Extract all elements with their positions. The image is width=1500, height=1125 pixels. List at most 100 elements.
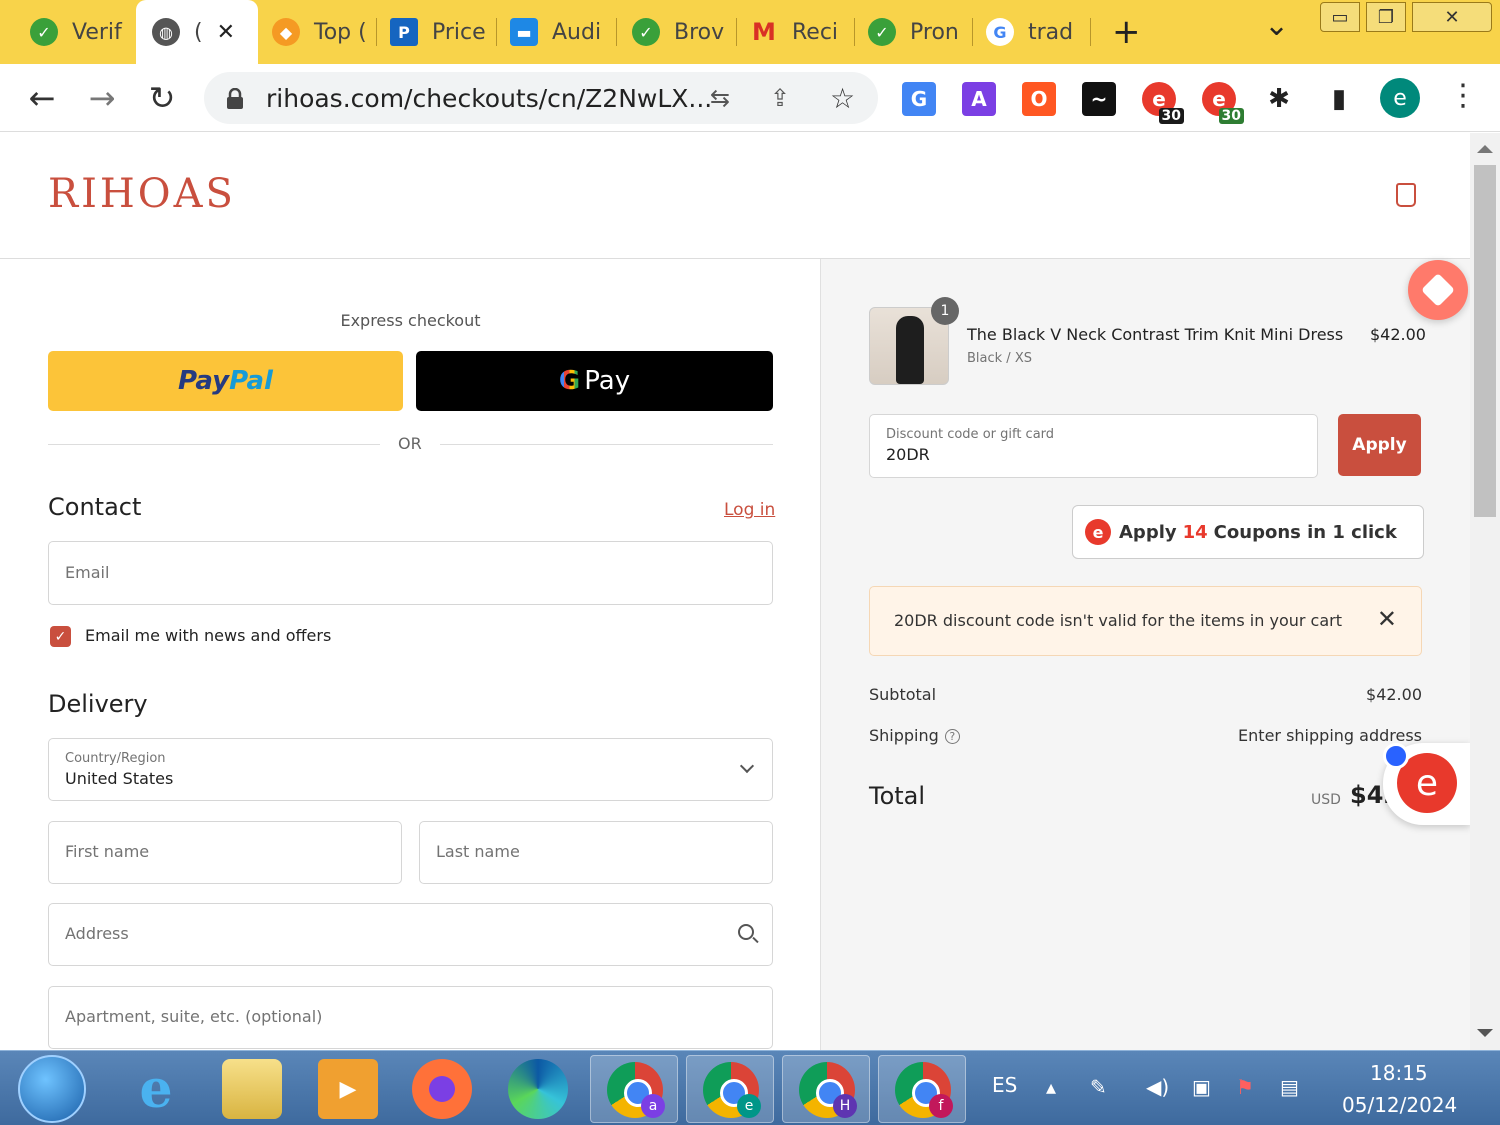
first-name-placeholder: First name: [65, 842, 150, 861]
address-bar[interactable]: rihoas.com/checkouts/cn/Z2NwLX... ⇆ ⇪ ☆: [204, 72, 878, 124]
chrome-window-f[interactable]: f: [878, 1055, 966, 1123]
browser-tab-8[interactable]: G trad: [974, 0, 1090, 64]
tab-label: Top (: [314, 19, 367, 45]
gpay-button[interactable]: G Pay: [416, 351, 773, 411]
reload-button[interactable]: ↻: [142, 78, 182, 118]
tab-label: Verif: [72, 19, 122, 45]
action-center-flag-icon[interactable]: ⚑: [1236, 1075, 1262, 1101]
network-icon[interactable]: ▣: [1192, 1075, 1218, 1101]
tab-search-button[interactable]: ⌄: [1264, 8, 1289, 43]
last-name-field[interactable]: Last name: [419, 821, 773, 884]
sidepanel-icon[interactable]: ▮: [1322, 82, 1356, 116]
shipping-row: Shipping?: [869, 726, 960, 745]
search-icon: [738, 924, 754, 940]
newsletter-label: Email me with news and offers: [85, 626, 332, 645]
tools-icon[interactable]: ✎: [1090, 1075, 1116, 1101]
globe-icon: ◍: [152, 18, 180, 46]
discount-error-banner: 20DR discount code isn't valid for the i…: [869, 586, 1422, 656]
scroll-down-arrow[interactable]: [1477, 1029, 1493, 1037]
puzzle-icon[interactable]: ✱: [1262, 82, 1296, 116]
coupon-extension-2-icon[interactable]: e 30: [1202, 82, 1244, 124]
tag-extension-icon[interactable]: [1408, 260, 1468, 320]
help-icon[interactable]: ?: [944, 729, 960, 744]
browser-tab-5[interactable]: ✓ Brov: [618, 0, 736, 64]
edge-icon[interactable]: [508, 1059, 568, 1119]
newsletter-checkbox[interactable]: ✓: [50, 626, 71, 647]
chrome-window-h[interactable]: H: [782, 1055, 870, 1123]
cart-icon[interactable]: [1396, 183, 1416, 207]
scroll-thumb[interactable]: [1474, 165, 1496, 517]
profile-avatar[interactable]: e: [1380, 78, 1420, 118]
browser-tab-6[interactable]: M Reci: [738, 0, 854, 64]
file-explorer-icon[interactable]: [222, 1059, 282, 1119]
language-indicator[interactable]: ES: [992, 1073, 1017, 1097]
show-hidden-icons-icon[interactable]: ▴: [1046, 1075, 1072, 1101]
chevron-down-icon: [739, 758, 755, 774]
close-icon[interactable]: ✕: [217, 20, 235, 45]
clock-date[interactable]: 05/12/2024: [1342, 1093, 1457, 1117]
chrome-window-e[interactable]: e: [686, 1055, 774, 1123]
coupon-floating-button[interactable]: e: [1383, 743, 1470, 825]
translate-icon[interactable]: ⇆: [710, 84, 730, 112]
discount-field[interactable]: Discount code or gift card 20DR: [869, 414, 1318, 478]
internet-explorer-icon[interactable]: e: [126, 1059, 186, 1120]
browser-menu-button[interactable]: ⋮: [1448, 78, 1478, 113]
media-player-icon[interactable]: ▶: [318, 1059, 378, 1119]
paypal-pal-text: Pal: [229, 366, 273, 396]
scroll-up-arrow[interactable]: [1477, 145, 1493, 153]
wave-extension-icon[interactable]: ~: [1082, 82, 1116, 116]
address-field[interactable]: Address: [48, 903, 773, 966]
store-logo[interactable]: RIHOAS: [48, 171, 236, 217]
first-name-field[interactable]: First name: [48, 821, 402, 884]
google-translate-icon[interactable]: G: [902, 82, 936, 116]
browser-tab-0[interactable]: ✓ Verif: [0, 0, 135, 64]
back-button[interactable]: ←: [22, 78, 62, 118]
tab-label: Reci: [792, 19, 839, 45]
browser-tab-3[interactable]: P Price: [378, 0, 496, 64]
start-button[interactable]: [18, 1055, 86, 1123]
chrome-window-a[interactable]: a: [590, 1055, 678, 1123]
clock-time[interactable]: 18:15: [1370, 1061, 1428, 1085]
subtotal-value: $42.00: [1366, 685, 1422, 704]
chrome-profile-letter: a: [641, 1094, 665, 1118]
tab-label: Pron: [910, 19, 959, 45]
p-logo-icon: P: [390, 18, 418, 46]
restore-button[interactable]: ❐: [1366, 2, 1406, 32]
apply-coupons-button[interactable]: e Apply 14 Coupons in 1 click: [1072, 505, 1424, 559]
coupon-extension-icon[interactable]: e 30: [1142, 82, 1184, 124]
email-field[interactable]: Email: [48, 541, 773, 605]
firefox-icon[interactable]: [412, 1059, 472, 1119]
close-window-button[interactable]: ✕: [1412, 2, 1492, 32]
browser-tab-2[interactable]: ◆ Top (: [258, 0, 376, 64]
apartment-field[interactable]: Apartment, suite, etc. (optional): [48, 986, 773, 1049]
product-variant: Black / XS: [967, 351, 1032, 366]
checkout-page: RIHOAS Express checkout Pay Pal G Pay OR …: [0, 133, 1470, 1050]
page-scrollbar[interactable]: [1470, 133, 1500, 1050]
volume-icon[interactable]: ◀): [1146, 1075, 1172, 1101]
share-icon[interactable]: ⇪: [770, 84, 790, 112]
browser-tab-4[interactable]: ▬ Audi: [498, 0, 616, 64]
divider: [440, 444, 773, 445]
lock-icon: [226, 87, 244, 109]
new-tab-button[interactable]: +: [1112, 12, 1141, 52]
browser-tab-7[interactable]: ✓ Pron: [856, 0, 972, 64]
login-link[interactable]: Log in: [724, 500, 775, 520]
paypal-button[interactable]: Pay Pal: [48, 351, 403, 411]
star-icon[interactable]: ☆: [830, 82, 855, 115]
country-value: United States: [65, 769, 174, 788]
discount-label: Discount code or gift card: [886, 427, 1055, 442]
browser-tab-active[interactable]: ◍ ( ✕: [136, 0, 258, 64]
a-extension-icon[interactable]: A: [962, 82, 996, 116]
chrome-profile-letter: H: [833, 1094, 857, 1118]
power-icon[interactable]: ▤: [1280, 1075, 1306, 1101]
country-select[interactable]: Country/Region United States: [48, 738, 773, 801]
o-extension-icon[interactable]: O: [1022, 82, 1056, 116]
forward-button[interactable]: →: [82, 78, 122, 118]
apply-discount-button[interactable]: Apply: [1338, 414, 1421, 476]
tab-label: Brov: [674, 19, 725, 45]
express-checkout-label: Express checkout: [340, 311, 481, 330]
close-icon[interactable]: ✕: [1377, 605, 1397, 633]
minimize-button[interactable]: ▭: [1320, 2, 1360, 32]
check-leaf-icon: ✓: [30, 18, 58, 46]
chat-icon: ▬: [510, 18, 538, 46]
